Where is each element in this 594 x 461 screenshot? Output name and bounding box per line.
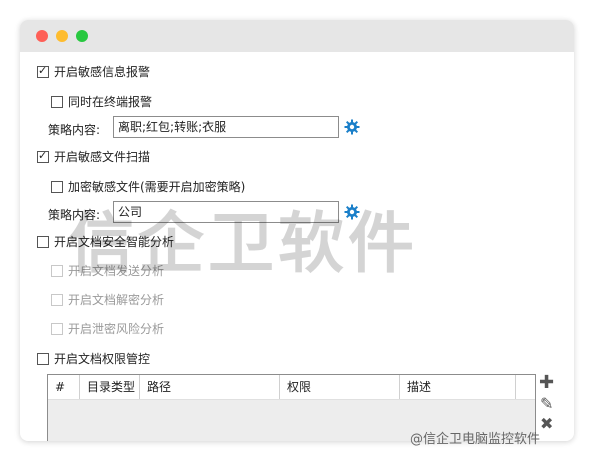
sensitive-file-scan-label: 开启敏感文件扫描 (54, 150, 151, 164)
doc-decrypt-analysis-option[interactable]: 开启文档解密分析 (51, 291, 164, 308)
doc-security-analysis-checkbox[interactable] (37, 235, 49, 248)
doc-decrypt-analysis-checkbox[interactable] (51, 293, 63, 306)
table-header: # 目录类型 路径 权限 描述 (48, 375, 535, 400)
policy1-input[interactable]: 离职;红包;转账;衣服 (113, 116, 339, 138)
encrypt-sensitive-option[interactable]: 加密敏感文件(需要开启加密策略) (51, 178, 245, 195)
terminal-alert-label: 同时在终端报警 (68, 95, 153, 109)
doc-send-analysis-checkbox[interactable] (51, 264, 63, 277)
column-header-description[interactable]: 描述 (400, 375, 516, 399)
close-icon[interactable]: ✖ (540, 414, 553, 433)
sensitive-info-alert-label: 开启敏感信息报警 (54, 65, 151, 79)
sensitive-info-alert-option[interactable]: 开启敏感信息报警 (37, 63, 150, 80)
column-header-permission[interactable]: 权限 (280, 375, 400, 399)
encrypt-sensitive-checkbox[interactable] (51, 180, 63, 193)
doc-security-analysis-label: 开启文档安全智能分析 (54, 235, 175, 249)
doc-permission-control-label: 开启文档权限管控 (54, 352, 151, 366)
title-bar (20, 20, 574, 52)
doc-decrypt-analysis-label: 开启文档解密分析 (68, 293, 165, 307)
minimize-window-button[interactable] (56, 30, 68, 42)
leak-risk-analysis-checkbox[interactable] (51, 322, 63, 335)
column-header-index[interactable]: # (48, 375, 80, 399)
doc-permission-control-checkbox[interactable] (37, 352, 49, 365)
column-header-path[interactable]: 路径 (140, 375, 280, 399)
leak-risk-analysis-label: 开启泄密风险分析 (68, 322, 165, 336)
terminal-alert-checkbox[interactable] (51, 95, 63, 108)
policy2-label: 策略内容: (48, 208, 101, 222)
sensitive-info-alert-checkbox[interactable] (37, 64, 49, 78)
gear-icon[interactable] (344, 119, 360, 135)
doc-permission-control-option[interactable]: 开启文档权限管控 (37, 350, 150, 367)
encrypt-sensitive-label: 加密敏感文件(需要开启加密策略) (68, 180, 246, 194)
settings-window: 开启敏感信息报警 同时在终端报警 策略内容: 离职;红包;转账;衣服 开启敏感文… (20, 20, 574, 441)
gear-icon[interactable] (344, 204, 360, 220)
doc-security-analysis-option[interactable]: 开启文档安全智能分析 (37, 233, 174, 250)
close-window-button[interactable] (36, 30, 48, 42)
sensitive-file-scan-checkbox[interactable] (37, 149, 49, 163)
doc-send-analysis-label: 开启文档发送分析 (68, 264, 165, 278)
policy2-input[interactable]: 公司 (113, 201, 339, 223)
pencil-icon[interactable]: ✎ (540, 394, 553, 413)
maximize-window-button[interactable] (76, 30, 88, 42)
terminal-alert-option[interactable]: 同时在终端报警 (51, 93, 152, 110)
plus-icon[interactable]: ✚ (539, 372, 554, 393)
column-header-dir-type[interactable]: 目录类型 (80, 375, 140, 399)
sensitive-file-scan-option[interactable]: 开启敏感文件扫描 (37, 148, 150, 165)
footer-watermark: @信企卫电脑监控软件 (410, 432, 541, 447)
policy1-label: 策略内容: (48, 123, 101, 137)
doc-send-analysis-option[interactable]: 开启文档发送分析 (51, 262, 164, 279)
leak-risk-analysis-option[interactable]: 开启泄密风险分析 (51, 320, 164, 337)
